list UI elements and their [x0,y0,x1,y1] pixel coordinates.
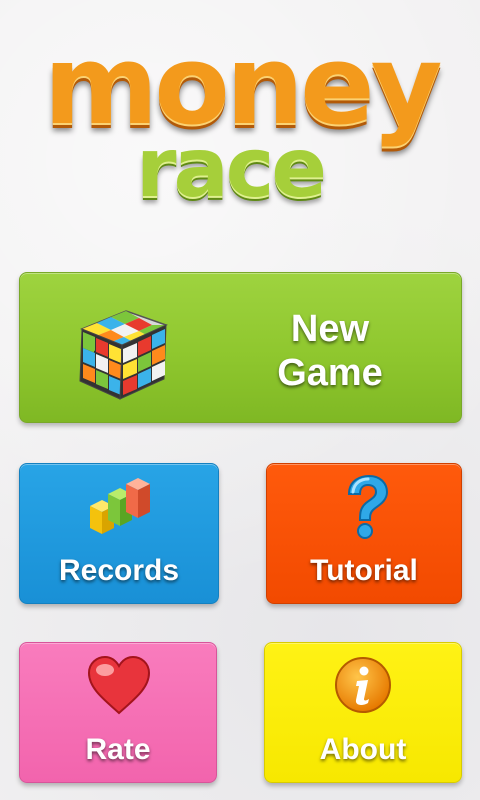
new-game-label: New Game [277,308,383,394]
new-game-button[interactable]: New Game [19,272,462,423]
records-label: Records [58,554,180,587]
game-logo: money race [0,0,480,230]
about-button[interactable]: About [264,642,462,783]
question-mark-icon [347,474,389,539]
tutorial-button[interactable]: Tutorial [266,463,462,604]
records-button[interactable]: Records [19,463,219,604]
rubiks-cube-icon [79,310,169,400]
rate-button[interactable]: Rate [19,642,217,783]
about-label: About [319,733,407,766]
bar-chart-blocks-icon [90,478,150,534]
logo-word-race: race [136,121,327,216]
rate-label: Rate [85,733,151,766]
tutorial-label: Tutorial [310,554,418,587]
info-icon [335,657,391,713]
heart-icon [87,655,151,715]
